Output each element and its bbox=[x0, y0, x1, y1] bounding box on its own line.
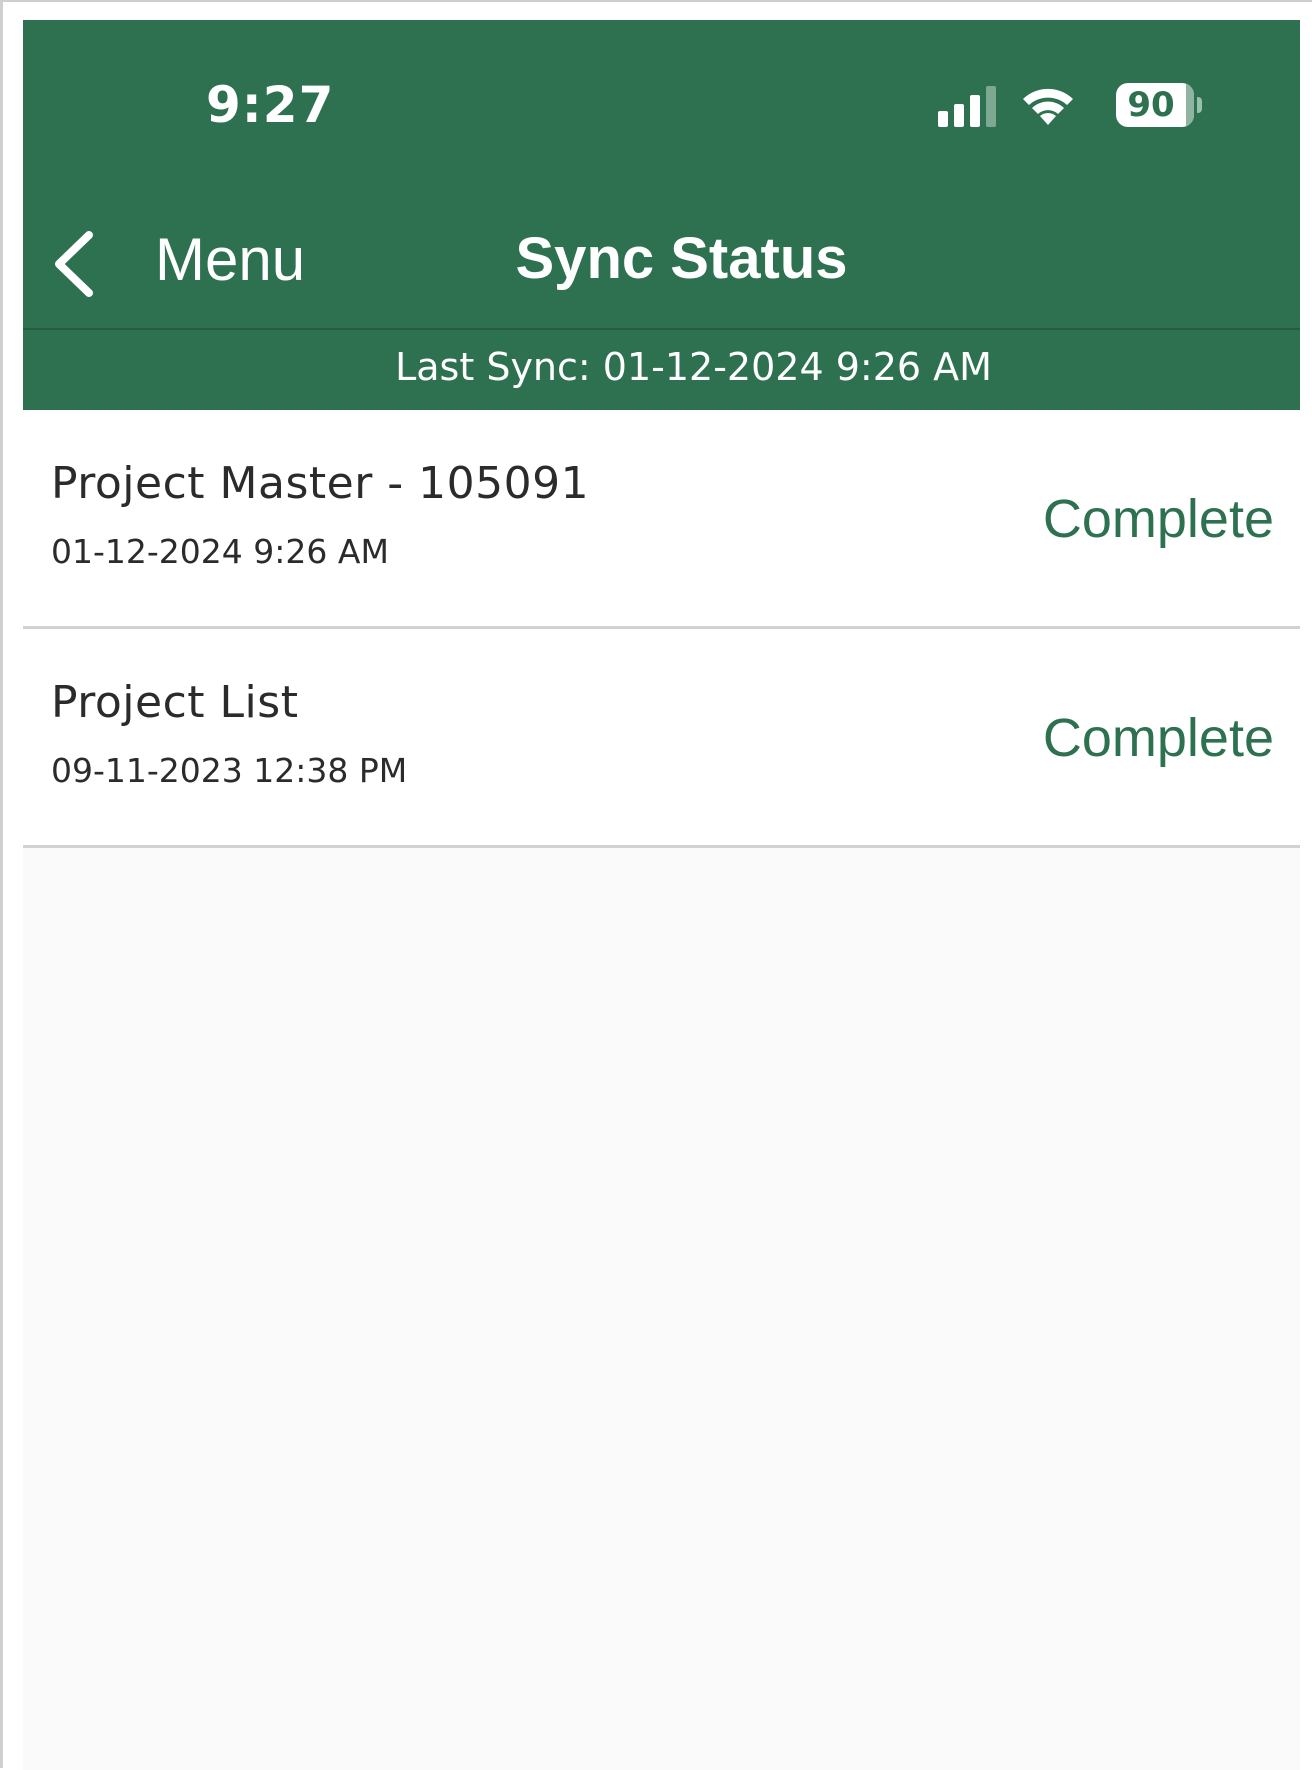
last-sync-text: Last Sync: 01-12-2024 9:26 AM bbox=[395, 345, 992, 389]
screen: 9:27 90 Menu Sync Status Last Sync: 01-1… bbox=[23, 20, 1300, 1770]
item-date: 09-11-2023 12:38 PM bbox=[51, 751, 408, 790]
sync-list: Project Master - 105091 01-12-2024 9:26 … bbox=[23, 410, 1300, 848]
status-time: 9:27 bbox=[206, 76, 335, 134]
item-title: Project List bbox=[51, 677, 299, 728]
signal-icon bbox=[938, 86, 996, 127]
page-title: Sync Status bbox=[515, 226, 848, 291]
battery-level: 90 bbox=[1127, 85, 1175, 125]
item-status: Complete bbox=[1042, 489, 1274, 549]
battery-tip bbox=[1197, 97, 1202, 113]
item-date: 01-12-2024 9:26 AM bbox=[51, 532, 389, 571]
battery-icon: 90 bbox=[1116, 83, 1202, 127]
list-item[interactable]: Project List 09-11-2023 12:38 PM Complet… bbox=[23, 629, 1300, 848]
item-status: Complete bbox=[1042, 708, 1274, 768]
battery-empty-segment bbox=[1186, 83, 1194, 127]
item-title: Project Master - 105091 bbox=[51, 458, 590, 509]
list-item[interactable]: Project Master - 105091 01-12-2024 9:26 … bbox=[23, 410, 1300, 629]
header: 9:27 90 Menu Sync Status Last Sync: 01-1… bbox=[23, 20, 1300, 410]
header-divider bbox=[23, 328, 1300, 330]
wifi-icon bbox=[1023, 88, 1073, 125]
device-frame: 9:27 90 Menu Sync Status Last Sync: 01-1… bbox=[0, 0, 1312, 1770]
battery-body: 90 bbox=[1116, 83, 1194, 127]
status-icons: 90 bbox=[928, 81, 1208, 131]
